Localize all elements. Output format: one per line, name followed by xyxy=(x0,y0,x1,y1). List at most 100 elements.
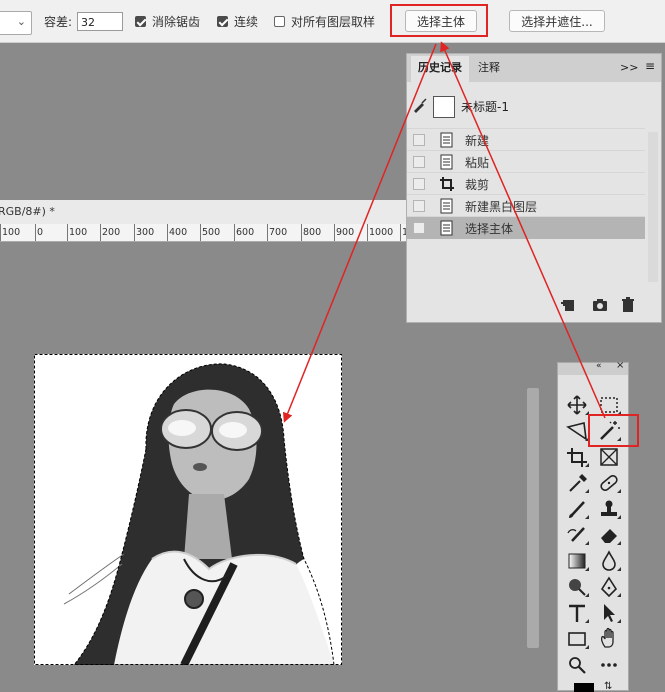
history-panel: 历史记录 注释 >> ≡ 未标题-1 新建 粘贴 裁剪 新建黑白图层 选择主体 xyxy=(406,53,662,323)
ruler-tick xyxy=(301,224,302,241)
swap-colors-icon[interactable]: ⇅ xyxy=(604,681,612,692)
history-source-checkbox[interactable] xyxy=(413,156,425,168)
history-item-selected[interactable]: 选择主体 xyxy=(407,216,645,239)
ruler-label: 800 xyxy=(303,227,322,238)
history-item[interactable]: 裁剪 xyxy=(407,172,645,195)
history-item-label: 选择主体 xyxy=(465,222,514,236)
tab-history[interactable]: 历史记录 xyxy=(411,56,469,82)
collapse-icon[interactable]: « xyxy=(596,361,602,371)
select-and-mask-button[interactable]: 选择并遮住... xyxy=(509,10,605,32)
tool-preset-dropdown[interactable]: ⌄ xyxy=(0,11,32,35)
ruler-label: 900 xyxy=(336,227,355,238)
eyedropper-icon[interactable] xyxy=(564,471,590,495)
tab-notes[interactable]: 注释 xyxy=(471,56,507,82)
ruler-tick xyxy=(200,224,201,241)
chevron-down-icon: ⌄ xyxy=(16,15,26,28)
ruler-tick xyxy=(234,224,235,241)
sample-all-layers-checkbox[interactable] xyxy=(274,16,285,27)
crop-icon xyxy=(440,177,454,191)
menu-icon[interactable]: ≡ xyxy=(645,59,655,73)
document-icon xyxy=(440,154,453,170)
document-canvas[interactable] xyxy=(34,354,342,665)
healing-brush-icon[interactable] xyxy=(596,471,622,495)
document-icon xyxy=(440,198,453,214)
ruler-tick xyxy=(334,224,335,241)
ruler-label: 0 xyxy=(37,227,44,238)
path-select-icon[interactable] xyxy=(596,601,622,625)
tolerance-input[interactable]: 32 xyxy=(77,12,123,31)
crop-icon[interactable] xyxy=(564,445,590,469)
blur-icon[interactable] xyxy=(596,549,622,573)
move-icon[interactable] xyxy=(564,393,590,417)
ruler-tick xyxy=(100,224,101,241)
frame-icon[interactable] xyxy=(596,445,622,469)
ruler-label: 500 xyxy=(202,227,221,238)
close-icon[interactable]: × xyxy=(616,360,624,371)
options-bar: ⌄ 容差: 32 消除锯齿 连续 对所有图层取样 选择主体 选择并遮住... xyxy=(0,0,665,43)
ruler-tick xyxy=(0,224,1,241)
gradient-icon[interactable] xyxy=(564,549,590,573)
contiguous-checkbox[interactable] xyxy=(217,16,228,27)
document-tab[interactable]: RGB/8#) * xyxy=(0,200,408,225)
contiguous-label: 连续 xyxy=(234,15,259,29)
hand-icon[interactable] xyxy=(596,627,622,651)
trash-icon[interactable] xyxy=(620,297,636,313)
history-source-checkbox[interactable] xyxy=(413,134,425,146)
pen-icon[interactable] xyxy=(596,575,622,599)
ruler-tick xyxy=(35,224,36,241)
scrollbar-thumb[interactable] xyxy=(527,388,539,648)
ruler-tick xyxy=(167,224,168,241)
horizontal-ruler: 100 0 100 200 300 400 500 600 700 800 90… xyxy=(0,224,414,242)
ruler-label: 1000 xyxy=(369,227,394,238)
stamp-icon[interactable] xyxy=(596,497,622,521)
history-item-label: 裁剪 xyxy=(465,178,490,192)
magic-wand-highlight xyxy=(588,414,639,447)
history-brush-icon[interactable] xyxy=(564,523,590,547)
history-source-checkbox[interactable] xyxy=(413,178,425,190)
ruler-label: 400 xyxy=(169,227,188,238)
brush-icon[interactable] xyxy=(564,497,590,521)
history-item[interactable]: 粘贴 xyxy=(407,150,645,173)
tools-panel-header[interactable]: « × xyxy=(558,360,628,375)
dodge-icon[interactable] xyxy=(564,575,590,599)
history-item-label: 粘贴 xyxy=(465,156,490,170)
document-icon xyxy=(440,132,453,148)
lasso-icon[interactable] xyxy=(564,419,590,443)
collapse-icon[interactable]: >> xyxy=(620,61,638,74)
anti-alias-checkbox[interactable] xyxy=(135,16,146,27)
ruler-label: 100 xyxy=(2,227,21,238)
new-document-from-state-icon[interactable] xyxy=(560,297,576,313)
ruler-label: 300 xyxy=(136,227,155,238)
canvas-vertical-scrollbar[interactable] xyxy=(525,330,541,691)
ruler-tick xyxy=(367,224,368,241)
rectangle-icon[interactable] xyxy=(564,627,590,651)
history-item-label: 新建黑白图层 xyxy=(465,200,538,214)
portrait-photo xyxy=(34,354,342,665)
camera-icon[interactable] xyxy=(592,297,608,313)
ruler-tick xyxy=(400,224,401,241)
history-scrollbar[interactable] xyxy=(648,132,658,282)
type-icon[interactable] xyxy=(564,601,590,625)
document-icon xyxy=(440,220,453,236)
history-panel-tabs: 历史记录 注释 >> ≡ xyxy=(407,54,661,82)
tools-panel: « × ⇅ xyxy=(557,360,629,692)
history-item[interactable]: 新建 xyxy=(407,128,645,151)
ruler-tick xyxy=(134,224,135,241)
history-item-label: 新建 xyxy=(465,134,490,148)
history-source-checkbox[interactable] xyxy=(413,222,425,234)
history-brush-source-icon[interactable] xyxy=(412,98,428,114)
anti-alias-label: 消除锯齿 xyxy=(152,15,201,29)
history-snapshot[interactable]: 未标题-1 xyxy=(407,84,661,128)
document-title: RGB/8#) * xyxy=(0,205,55,218)
more-icon[interactable] xyxy=(596,653,622,677)
eraser-icon[interactable] xyxy=(596,523,622,547)
snapshot-thumbnail xyxy=(433,96,455,118)
history-item[interactable]: 新建黑白图层 xyxy=(407,194,645,217)
sample-all-layers-label: 对所有图层取样 xyxy=(291,15,376,29)
history-source-checkbox[interactable] xyxy=(413,200,425,212)
ruler-label: 600 xyxy=(236,227,255,238)
tolerance-label: 容差: xyxy=(44,15,73,29)
select-subject-highlight xyxy=(390,4,488,37)
ruler-label: 100 xyxy=(69,227,88,238)
zoom-icon[interactable] xyxy=(564,653,590,677)
